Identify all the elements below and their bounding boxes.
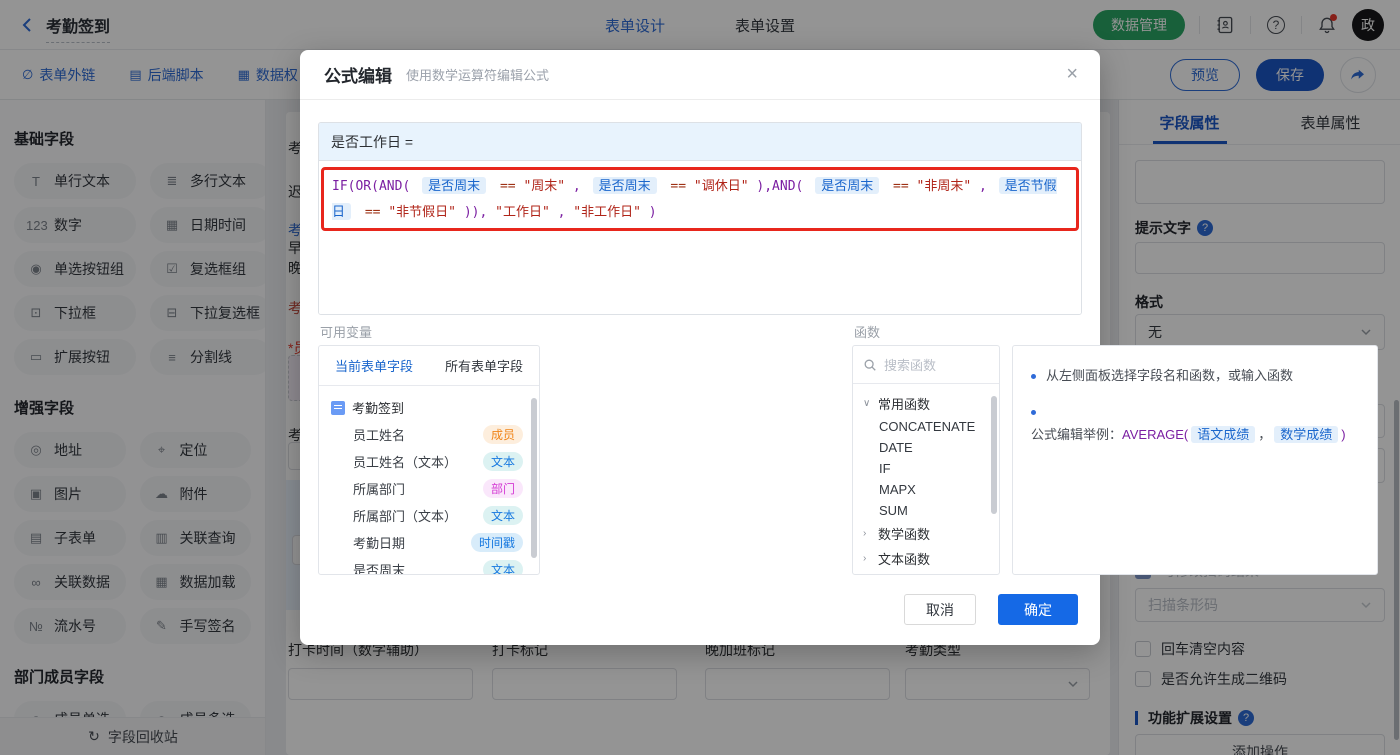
function-item[interactable]: CONCATENATE	[853, 416, 999, 437]
variables-scrollbar[interactable]	[531, 398, 537, 558]
variable-name: 员工姓名	[353, 428, 406, 443]
variable-type-badge: 文本	[482, 506, 523, 525]
formula-token: IF(OR(AND(	[332, 179, 411, 194]
formula-token: ==	[893, 179, 909, 194]
bullet-icon	[1031, 374, 1036, 379]
modal-subtitle: 使用数学运算符编辑公式	[406, 68, 550, 83]
help-panel: 从左侧面板选择字段名和函数，或输入函数 公式编辑举例：AVERAGE(语文成绩，…	[1012, 345, 1378, 575]
variables-list: 考勤签到 员工姓名 成员 员工姓名（文本） 文本 所属部门 部门 所属部门（文本…	[319, 386, 539, 575]
formula-token: "非周末"	[916, 179, 972, 194]
variables-panel: 当前表单字段 所有表单字段 考勤签到 员工姓名 成员 员工姓名（文本） 文本 所…	[318, 345, 540, 575]
tab-current-form-fields[interactable]: 当前表单字段	[319, 346, 429, 385]
help-example-chip: 数学成绩	[1274, 426, 1339, 443]
variable-row[interactable]: 考勤日期 时间戳	[319, 529, 539, 556]
formula-token: )),	[463, 205, 488, 220]
app-root: 考勤签到 表单设计 表单设置 数据管理 ? 政 ∅ 表单外链 ▤ 后端脚本 ▦ …	[0, 0, 1400, 755]
modal-title: 公式编辑	[324, 67, 392, 86]
variable-row[interactable]: 所属部门 部门	[319, 475, 539, 502]
function-item[interactable]: DATE	[853, 437, 999, 458]
modal-header: 公式编辑 使用数学运算符编辑公式	[300, 50, 1100, 100]
search-icon	[864, 359, 876, 371]
caret-right-icon: ›	[863, 528, 867, 539]
search-placeholder: 搜索函数	[884, 358, 937, 373]
variable-row[interactable]: 所属部门（文本） 文本	[319, 502, 539, 529]
help-example-chip: 语文成绩	[1191, 426, 1256, 443]
functions-scrollbar[interactable]	[991, 396, 997, 514]
formula-token: "周末"	[523, 179, 566, 194]
variable-type-badge: 时间戳	[470, 533, 523, 552]
variable-name: 员工姓名（文本）	[353, 455, 458, 470]
caret-right-icon: ›	[863, 553, 867, 564]
variable-name: 是否周末	[353, 563, 406, 575]
function-item[interactable]: MAPX	[853, 479, 999, 500]
confirm-button[interactable]: 确定	[998, 594, 1078, 625]
formula-token: "非节假日"	[388, 205, 456, 220]
formula-token: "非工作日"	[573, 205, 641, 220]
help-example-comma: ，	[1258, 427, 1272, 442]
variable-rows: 员工姓名 成员 员工姓名（文本） 文本 所属部门 部门 所属部门（文本） 文本 …	[319, 421, 539, 575]
function-item[interactable]: IF	[853, 458, 999, 479]
function-group-text[interactable]: › 文本函数	[853, 546, 999, 571]
tab-all-form-fields[interactable]: 所有表单字段	[429, 346, 539, 385]
variable-type-badge: 文本	[482, 560, 523, 574]
variables-tabs: 当前表单字段 所有表单字段	[319, 346, 539, 386]
help-text: 从左侧面板选择字段名和函数，或输入函数	[1046, 368, 1294, 383]
help-example-prefix: 公式编辑举例：	[1031, 427, 1123, 442]
variable-type-badge: 成员	[482, 425, 523, 444]
bullet-icon	[1031, 410, 1036, 415]
variable-type-badge: 部门	[482, 479, 523, 498]
help-bullet-1: 从左侧面板选择字段名和函数，或输入函数	[1031, 366, 1359, 386]
form-root-node[interactable]: 考勤签到	[319, 394, 539, 421]
formula-token: 是否周末	[422, 177, 487, 194]
formula-token: ,	[572, 179, 581, 194]
formula-token: ==	[670, 179, 687, 194]
caret-down-icon: ∨	[863, 398, 871, 409]
function-group-label: 常用函数	[878, 397, 931, 412]
formula-token: ==	[499, 179, 516, 194]
variable-name: 所属部门（文本）	[353, 509, 458, 524]
variables-section-label: 可用变量	[320, 325, 373, 340]
formula-token: 是否周末	[815, 177, 880, 194]
modal-footer: 取消 确定	[904, 594, 1078, 625]
form-doc-icon	[331, 400, 345, 415]
formula-token: "工作日"	[495, 205, 550, 220]
function-item[interactable]: SUM	[853, 500, 999, 521]
function-group-label: 数学函数	[878, 527, 931, 542]
functions-section-label: 函数	[854, 325, 881, 340]
variable-row[interactable]: 员工姓名（文本） 文本	[319, 448, 539, 475]
form-root-label: 考勤签到	[352, 401, 405, 416]
formula-target-label: 是否工作日 =	[319, 123, 1081, 161]
formula-expression-highlight[interactable]: IF(OR(AND( 是否周末 == "周末" , 是否周末 == "调休日"	[321, 167, 1079, 231]
help-bullet-2: 公式编辑举例：AVERAGE(语文成绩，数学成绩)	[1031, 402, 1359, 445]
formula-token: ==	[364, 205, 381, 220]
formula-token: 是否周末	[592, 177, 657, 194]
variable-name: 所属部门	[353, 482, 406, 497]
function-group-label: 文本函数	[878, 552, 931, 567]
formula-input-area[interactable]: IF(OR(AND( 是否周末 == "周末" , 是否周末 == "调休日"	[319, 161, 1081, 314]
variable-row[interactable]: 是否周末 文本	[319, 556, 539, 575]
formula-token: ),AND(	[756, 179, 804, 194]
function-tree: ∨ 常用函数 CONCATENATE DATE IF MAPX SUM › 数学…	[853, 384, 999, 574]
function-items: CONCATENATE DATE IF MAPX SUM	[853, 416, 999, 521]
functions-panel: 搜索函数 ∨ 常用函数 CONCATENATE DATE IF MAPX SUM…	[852, 345, 1000, 575]
function-group-math[interactable]: › 数学函数	[853, 521, 999, 546]
help-example: 公式编辑举例：AVERAGE(语文成绩，数学成绩)	[1031, 425, 1346, 445]
variable-type-badge: 文本	[482, 452, 523, 471]
formula-token: "调休日"	[693, 179, 749, 194]
variable-name: 考勤日期	[353, 536, 406, 551]
close-icon[interactable]: ×	[1066, 64, 1078, 84]
cancel-button[interactable]: 取消	[904, 594, 976, 625]
formula-token: ,	[557, 205, 566, 220]
formula-token: )	[648, 205, 657, 220]
help-example-close: )	[1341, 427, 1346, 442]
help-example-function: AVERAGE(	[1122, 427, 1189, 442]
formula-editor: 是否工作日 = IF(OR(AND( 是否周末 == "周末" , 是否周末 =…	[318, 122, 1082, 315]
formula-edit-modal: 公式编辑 使用数学运算符编辑公式 × 是否工作日 = IF(OR(AND( 是否…	[300, 50, 1378, 645]
variable-row[interactable]: 员工姓名 成员	[319, 421, 539, 448]
function-group-common[interactable]: ∨ 常用函数	[853, 391, 999, 416]
function-search[interactable]: 搜索函数	[853, 346, 999, 384]
formula-token: ,	[979, 179, 987, 194]
